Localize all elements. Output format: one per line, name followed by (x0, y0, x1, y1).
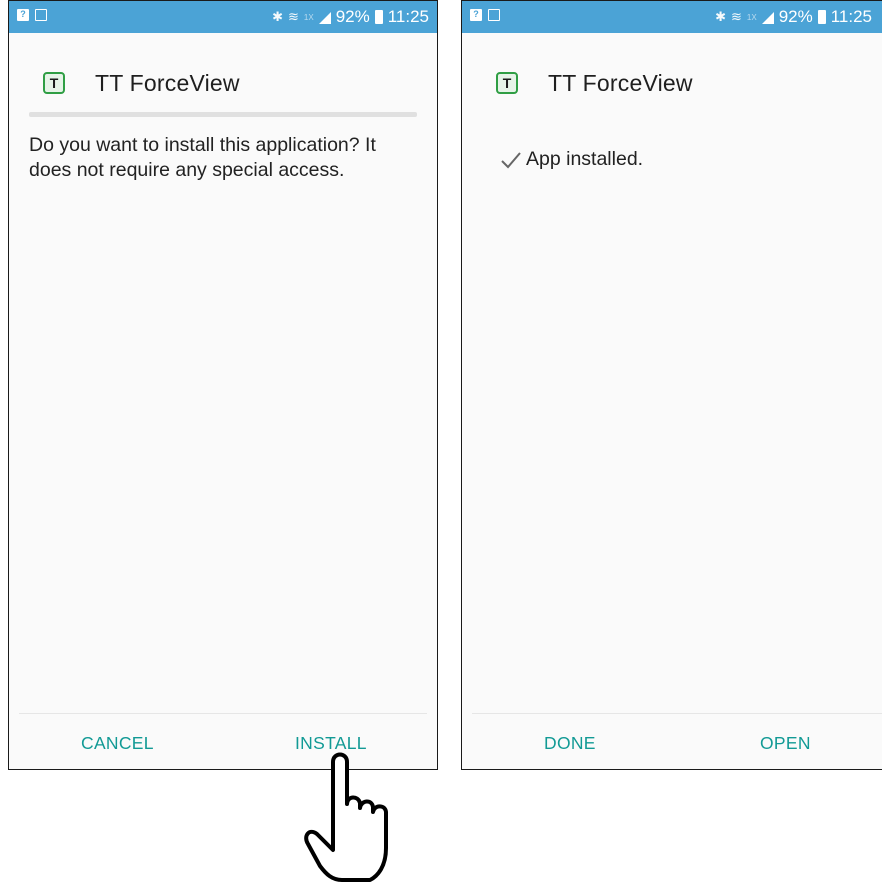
image-notification-icon (35, 9, 47, 21)
notification-icon: ? (17, 9, 29, 21)
battery-percent: 92% (778, 7, 813, 26)
install-status: App installed. (500, 148, 643, 171)
install-complete-screen: ? ✱ ≋ 1X 92% 11:25 T TT ForceView App in… (461, 0, 882, 770)
battery-charging-icon (817, 10, 826, 24)
signal-icon (761, 12, 774, 24)
checkmark-icon (501, 151, 521, 168)
pointing-hand-icon (304, 752, 388, 882)
install-prompt-screen: ? ✱ ≋ 1X 92% 11:25 T TT ForceView Do you… (8, 0, 438, 770)
app-header: T TT ForceView (462, 59, 882, 107)
notification-icon: ? (470, 9, 482, 21)
footer-divider (472, 713, 882, 714)
signal-icon (318, 12, 331, 24)
app-name: TT ForceView (548, 69, 693, 96)
cancel-button[interactable]: CANCEL (81, 733, 154, 754)
app-icon: T (43, 72, 65, 94)
wifi-icon: ≋ (730, 9, 742, 24)
install-message: Do you want to install this application?… (29, 134, 376, 181)
clock: 11:25 (387, 7, 429, 26)
wifi-icon: ≋ (287, 9, 299, 24)
footer-divider (19, 713, 427, 714)
app-icon: T (496, 72, 518, 94)
battery-percent: 92% (335, 7, 370, 26)
clock: 11:25 (830, 7, 872, 26)
install-status-text: App installed. (526, 148, 644, 170)
app-name: TT ForceView (95, 69, 240, 96)
network-type-label: 1X (746, 12, 757, 22)
battery-charging-icon (374, 10, 383, 24)
network-type-label: 1X (303, 12, 314, 22)
status-bar: ? ✱ ≋ 1X 92% 11:25 (9, 1, 437, 33)
status-bar: ? ✱ ≋ 1X 92% 11:25 (462, 1, 882, 33)
app-header: T TT ForceView (9, 59, 437, 107)
bluetooth-icon: ✱ (272, 9, 283, 24)
header-divider (29, 112, 417, 117)
done-button[interactable]: DONE (544, 733, 596, 754)
bluetooth-icon: ✱ (715, 9, 726, 24)
open-button[interactable]: OPEN (760, 733, 811, 754)
image-notification-icon (488, 9, 500, 21)
